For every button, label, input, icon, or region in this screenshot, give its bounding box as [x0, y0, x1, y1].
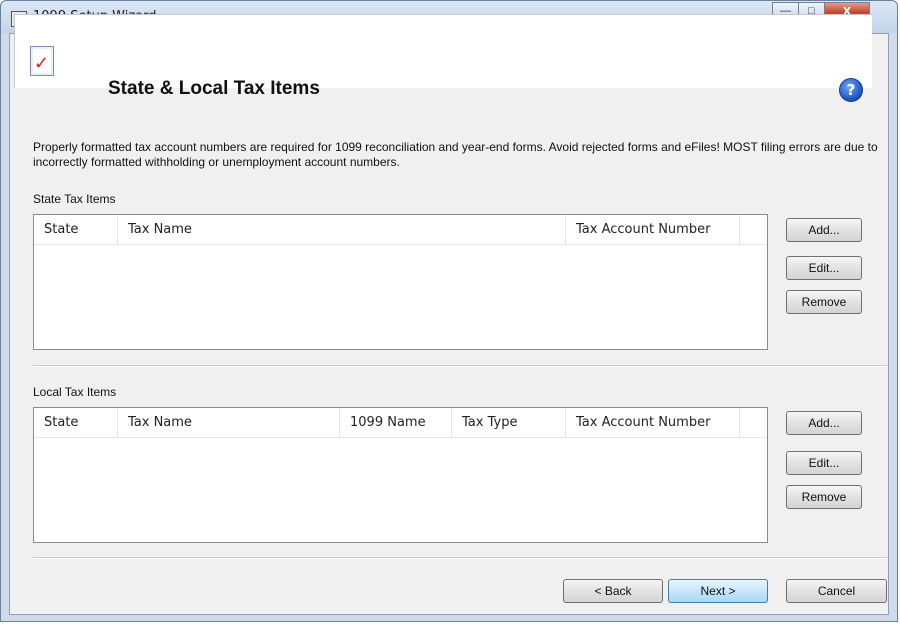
next-button[interactable]: Next > — [668, 579, 768, 603]
local-edit-button[interactable]: Edit... — [786, 451, 862, 475]
column-header-1099-name[interactable]: 1099 Name — [340, 408, 452, 438]
column-header-tax-name[interactable]: Tax Name — [118, 408, 340, 438]
local-list-header: State Tax Name 1099 Name Tax Type Tax Ac… — [34, 408, 767, 438]
back-button[interactable]: < Back — [563, 579, 663, 603]
checklist-icon: ✓ — [30, 46, 54, 76]
help-icon[interactable]: ? — [839, 78, 863, 102]
state-remove-button[interactable]: Remove — [786, 290, 862, 314]
state-edit-button[interactable]: Edit... — [786, 256, 862, 280]
state-list-header: State Tax Name Tax Account Number — [34, 215, 767, 245]
description-text: Properly formatted tax account numbers a… — [33, 140, 878, 169]
column-header-state[interactable]: State — [34, 408, 118, 438]
column-header-tax-account-number[interactable]: Tax Account Number — [566, 408, 740, 438]
footer-divider — [33, 557, 887, 559]
state-add-button[interactable]: Add... — [786, 218, 862, 242]
local-tax-items-list[interactable]: State Tax Name 1099 Name Tax Type Tax Ac… — [33, 407, 768, 543]
local-add-button[interactable]: Add... — [786, 411, 862, 435]
state-tax-items-label: State Tax Items — [33, 192, 116, 206]
column-header-tax-type[interactable]: Tax Type — [452, 408, 566, 438]
local-remove-button[interactable]: Remove — [786, 485, 862, 509]
cancel-button[interactable]: Cancel — [786, 579, 887, 603]
wizard-header-panel — [14, 14, 872, 88]
column-header-tax-account-number[interactable]: Tax Account Number — [566, 215, 740, 245]
section-divider — [33, 365, 887, 367]
local-tax-items-label: Local Tax Items — [33, 385, 117, 399]
column-header-tax-name[interactable]: Tax Name — [118, 215, 566, 245]
page-title: State & Local Tax Items — [108, 78, 320, 99]
state-tax-items-list[interactable]: State Tax Name Tax Account Number — [33, 214, 768, 350]
column-header-state[interactable]: State — [34, 215, 118, 245]
